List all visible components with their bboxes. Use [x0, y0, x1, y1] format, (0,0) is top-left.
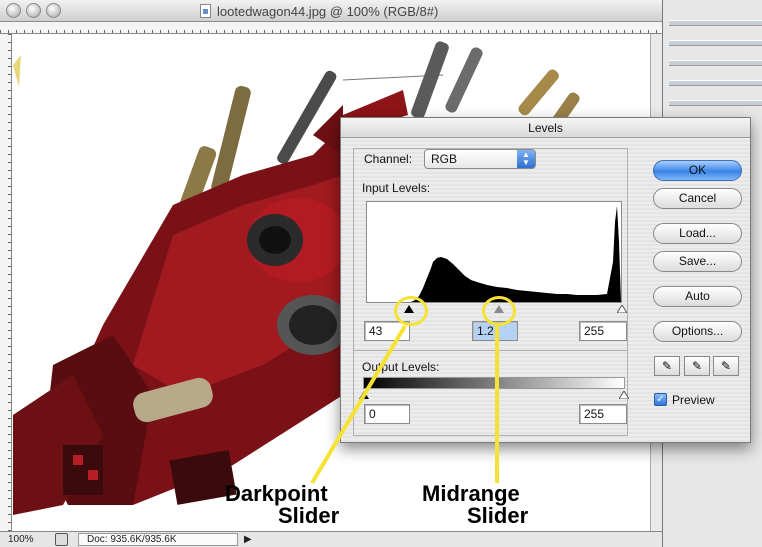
annotation-pointers: [310, 324, 499, 485]
darkpoint-annotation-line2: Slider: [278, 503, 340, 528]
darkpoint-annotation-line1: Darkpoint: [225, 481, 328, 506]
midrange-annotation-line1: Midrange: [422, 481, 520, 506]
screen: lootedwagon44.jpg @ 100% (RGB/8#) 100% D…: [0, 0, 762, 547]
darkpoint-pointer-line: [310, 324, 407, 485]
midrange-annotation-line2: Slider: [467, 503, 529, 528]
